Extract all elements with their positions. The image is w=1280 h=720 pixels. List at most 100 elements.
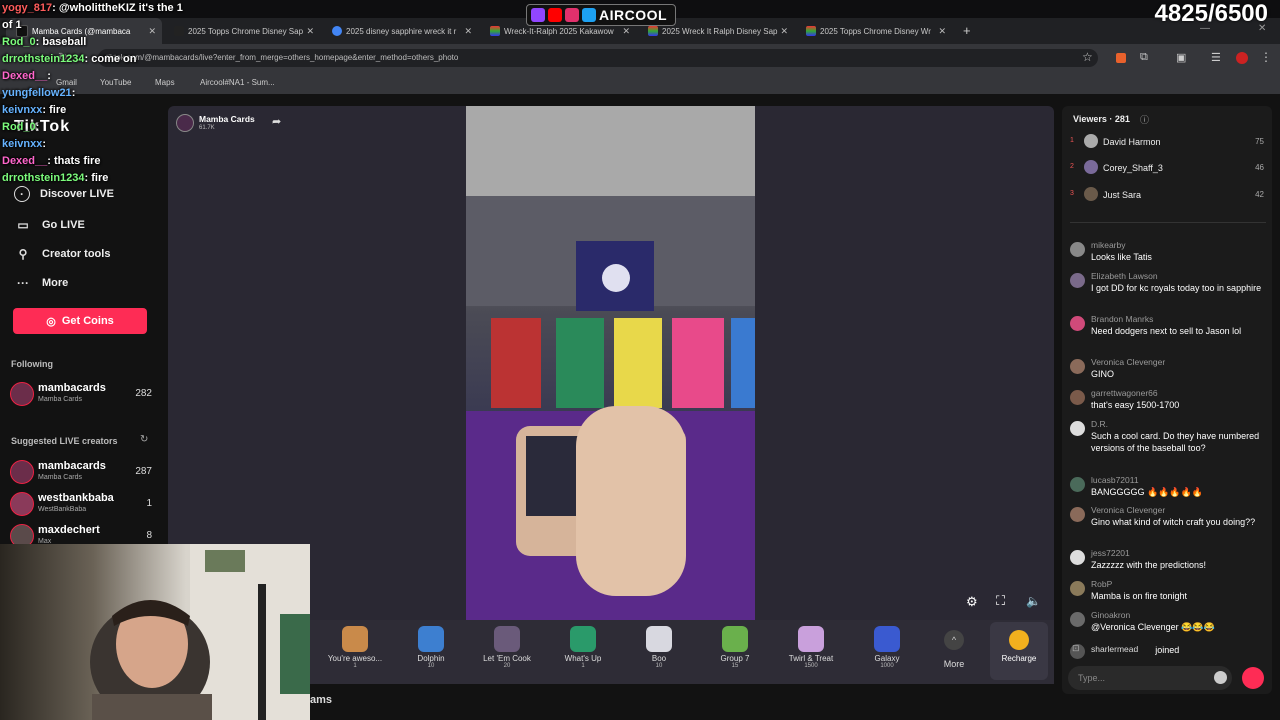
avatar [10,382,34,406]
chat-username[interactable]: garrettwagoner66 [1091,388,1158,398]
gift-item[interactable]: What's Up 1 [548,626,618,669]
gift-item[interactable]: Boo 10 [624,626,694,669]
close-icon[interactable]: ✕ [780,26,788,37]
top-viewer[interactable]: 1 David Harmon 75 [1070,134,1266,150]
avatar [1084,187,1098,201]
close-icon[interactable]: ✕ [464,26,472,37]
nav-more[interactable]: ··· More [14,274,68,292]
coin-icon [1009,630,1029,650]
chat-username[interactable]: RobP [1091,579,1112,589]
divider [1070,222,1266,223]
account-name: westbankbaba [38,492,114,504]
following-heading: Following [11,359,53,369]
viewer-count: 287 [135,466,152,477]
video-frame [466,106,755,620]
viewer-name: Corey_Shaff_3 [1103,163,1163,173]
heart-icon[interactable] [1242,667,1264,689]
avatar [1070,477,1085,492]
nav-go-live[interactable]: ▭ Go LIVE [14,216,85,234]
gift-item[interactable]: Dolphin 10 [396,626,466,669]
gift-item[interactable]: You're aweso... 1 [320,626,390,669]
chat-text: Such a cool card. Do they have numbered … [1091,431,1260,453]
live-video[interactable] [466,106,755,620]
avatar[interactable] [1236,52,1248,64]
settings-icon[interactable]: ⚙ [966,594,978,610]
gift-item[interactable]: Galaxy 1000 [852,626,922,669]
chat-text: GINO [1091,369,1115,379]
top-viewer[interactable]: 3 Just Sara 42 [1070,187,1266,203]
refresh-icon[interactable]: ↻ [140,434,148,445]
brand-name: AIRCOOL [599,7,668,23]
gift-icon [494,626,520,652]
chat-username[interactable]: sharlermead [1091,644,1138,654]
overlay-chat-message: yogy_817: @wholittheKIZ it's the 1 [2,0,242,17]
chevron-up-icon[interactable]: ^ [944,630,964,650]
nav-label: Discover LIVE [40,188,114,200]
avatar [1070,421,1085,436]
nav-label: Go LIVE [42,219,85,231]
cast-icon[interactable]: ☰ [1211,51,1221,64]
chat-username[interactable]: lucasb72011 [1091,475,1139,485]
chat-text: I got DD for kc royals today too in sapp… [1091,283,1262,293]
top-viewer[interactable]: 2 Corey_Shaff_3 46 [1070,160,1266,176]
chat-username[interactable]: Elizabeth Lawson [1091,271,1158,281]
social-brand-bar: AIRCOOL [526,4,676,26]
chat-username[interactable]: mikearby [1091,240,1125,250]
overlay-chat-text: : fire [84,172,109,184]
star-icon[interactable]: ☆ [1082,50,1093,64]
avatar [1070,550,1085,565]
browser-tab[interactable]: 2025 Topps Chrome Disney Wr ✕ [796,18,952,44]
chat-username[interactable]: Veronica Clevenger [1091,357,1165,367]
nav-discover-live[interactable]: · Discover LIVE [14,186,114,202]
gift-icon [342,626,368,652]
suggested-item[interactable]: mambacards Mamba Cards 287 [10,458,152,486]
chat-text: Looks like Tatis [1091,252,1152,262]
get-coins-button[interactable]: ◎ Get Coins [13,308,147,334]
nav-creator-tools[interactable]: ⚲ Creator tools [14,245,111,263]
account-subtitle: Mamba Cards [38,396,82,403]
gift-name: Dolphin [417,654,445,663]
tab-label: Wreck-It-Ralph 2025 Kakawow [504,26,614,36]
close-icon[interactable]: ✕ [938,26,946,37]
gift-price: 10 [427,663,435,669]
gift-name: Galaxy [874,654,900,663]
gift-name: Group 7 [720,654,750,663]
fullscreen-icon[interactable]: ⛶ [996,593,1005,609]
gift-item[interactable]: Twirl & Treat 1500 [776,626,846,669]
info-icon[interactable]: ⓘ [1140,113,1149,126]
gift-name: What's Up [564,654,602,663]
kebab-menu-icon[interactable]: ⋮ [1260,50,1272,64]
gift-icon [570,626,596,652]
close-icon[interactable]: ✕ [306,26,314,37]
emoji-icon[interactable] [1214,671,1227,684]
chat-username[interactable]: Brandon Manrks [1091,314,1153,324]
avatar [1070,507,1085,522]
share-icon[interactable]: ➦ [272,115,281,128]
chat-username[interactable]: Veronica Clevenger [1091,505,1165,515]
coin-icon: ◎ [46,315,56,328]
browser-tab[interactable]: 2025 disney sapphire wreck it r ✕ [322,18,478,44]
close-icon[interactable]: ✕ [622,26,630,37]
sidepanel-icon[interactable]: ▣ [1176,51,1186,64]
lightbulb-icon: ⚲ [18,247,28,261]
nav-label: Creator tools [42,248,111,260]
following-item[interactable]: mambacards Mamba Cards 282 [10,380,152,408]
overlay-chat-text: : fire [42,104,67,116]
puzzle-icon[interactable]: ⧉ [1140,51,1148,64]
new-tab-icon[interactable]: + [963,23,971,38]
more-gifts-button[interactable]: More [936,659,972,669]
gift-price: 10 [655,663,663,669]
overlay-chat-text: : come on [84,53,137,65]
chat-username[interactable]: jess72201 [1091,548,1130,558]
suggested-item[interactable]: westbankbaba WestBankBaba 1 [10,490,152,518]
chat-username[interactable]: D.R. [1091,419,1108,429]
gift-item[interactable]: Group 7 15 [700,626,770,669]
avatar [1070,273,1085,288]
extension-icon[interactable] [1116,53,1126,63]
chat-input[interactable]: Type... [1068,666,1232,690]
volume-icon[interactable]: 🔈 [1026,594,1041,608]
chat-username[interactable]: Ginoakron [1091,610,1130,620]
gift-item[interactable]: Let 'Em Cook 20 [472,626,542,669]
url-field[interactable]: tiktok.com/@mambacards/live?enter_from_m… [98,49,1098,67]
recharge-button[interactable]: Recharge [990,622,1048,680]
